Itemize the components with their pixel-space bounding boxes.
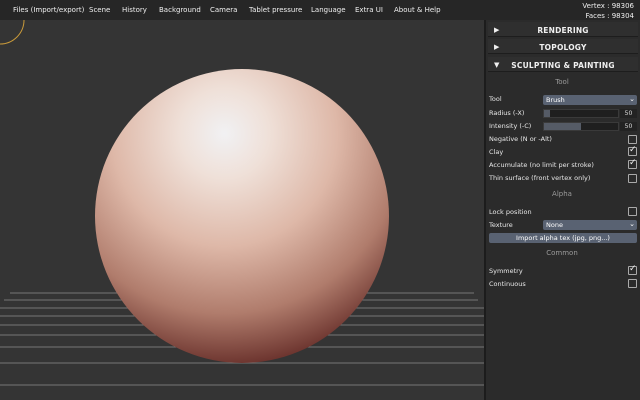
sculpting-title: SCULPTING & PAINTING xyxy=(511,61,615,70)
common-section-label: Common xyxy=(546,249,578,257)
checkmark-icon: ✓ xyxy=(629,158,637,168)
vertex-count: Vertex : 98306 xyxy=(582,2,634,10)
menu-background[interactable]: Background xyxy=(159,6,201,14)
menu-language[interactable]: Language xyxy=(311,6,346,14)
negative-checkbox[interactable] xyxy=(628,135,637,144)
rendering-title: RENDERING xyxy=(537,26,589,35)
radius-value[interactable]: 50 xyxy=(620,109,637,118)
radius-label: Radius (-X) xyxy=(489,109,525,117)
chevron-down-icon: ⌄ xyxy=(629,220,635,228)
symmetry-checkbox[interactable]: ✓ xyxy=(628,264,637,275)
mesh-stats: Vertex : 98306 Faces : 98304 xyxy=(582,1,634,21)
menu-history[interactable]: History xyxy=(122,6,147,14)
sculpting-header[interactable]: ▼ SCULPTING & PAINTING xyxy=(488,57,638,72)
thin-surface-label: Thin surface (front vertex only) xyxy=(489,174,591,182)
menu-extra-ui[interactable]: Extra UI xyxy=(355,6,383,14)
symmetry-label: Symmetry xyxy=(489,267,523,275)
accumulate-checkbox[interactable]: ✓ xyxy=(628,158,637,169)
menu-about-help[interactable]: About & Help xyxy=(394,6,441,14)
menu-files[interactable]: Files (Import/export) xyxy=(13,6,84,14)
continuous-checkbox[interactable] xyxy=(628,279,637,288)
checkmark-icon: ✓ xyxy=(629,145,637,155)
import-alpha-button[interactable]: Import alpha tex (jpg, png...) xyxy=(489,233,637,243)
menu-tablet-pressure[interactable]: Tablet pressure xyxy=(249,6,302,14)
intensity-slider-fill xyxy=(544,123,581,130)
clay-checkbox[interactable]: ✓ xyxy=(628,145,637,156)
lock-position-label: Lock position xyxy=(489,208,532,216)
radius-slider-fill xyxy=(544,110,550,117)
menu-bar: Files (Import/export) Scene History Back… xyxy=(0,0,640,20)
texture-select-value: None xyxy=(546,221,563,229)
tool-label: Tool xyxy=(489,95,502,103)
intensity-slider[interactable] xyxy=(543,122,619,131)
3d-viewport[interactable] xyxy=(0,20,484,400)
texture-label: Texture xyxy=(489,221,513,229)
negative-label: Negative (N or -Alt) xyxy=(489,135,552,143)
checkmark-icon: ✓ xyxy=(629,264,637,274)
intensity-value[interactable]: 50 xyxy=(620,122,637,131)
viewport-canvas[interactable] xyxy=(0,20,484,400)
texture-select[interactable]: None ⌄ xyxy=(543,220,637,230)
chevron-down-icon: ⌄ xyxy=(629,95,635,103)
tool-select-value: Brush xyxy=(546,96,565,104)
menu-camera[interactable]: Camera xyxy=(210,6,237,14)
alpha-section-label: Alpha xyxy=(552,190,572,198)
tool-select[interactable]: Brush ⌄ xyxy=(543,95,637,105)
intensity-label: Intensity (-C) xyxy=(489,122,532,130)
brush-cursor-icon xyxy=(0,20,25,45)
menu-scene[interactable]: Scene xyxy=(89,6,110,14)
lock-position-checkbox[interactable] xyxy=(628,207,637,216)
clay-label: Clay xyxy=(489,148,504,156)
topology-header[interactable]: ▶ TOPOLOGY xyxy=(488,39,638,54)
radius-slider[interactable] xyxy=(543,109,619,118)
sculpt-sphere[interactable] xyxy=(95,69,389,363)
accumulate-label: Accumulate (no limit per stroke) xyxy=(489,161,594,169)
continuous-label: Continuous xyxy=(489,280,526,288)
tool-section-label: Tool xyxy=(555,78,569,86)
rendering-header[interactable]: ▶ RENDERING xyxy=(488,22,638,37)
topology-title: TOPOLOGY xyxy=(539,43,587,52)
thin-surface-checkbox[interactable] xyxy=(628,174,637,183)
